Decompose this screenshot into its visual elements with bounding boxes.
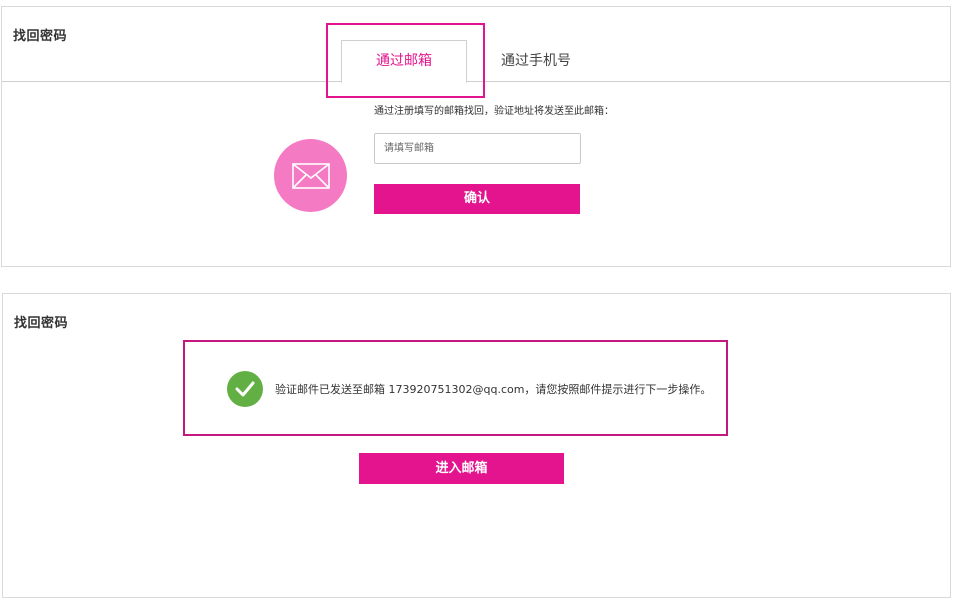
envelope-icon: [292, 163, 330, 189]
email-input[interactable]: [374, 133, 581, 164]
find-password-email-panel: 找回密码 通过邮箱 通过手机号 通过注册填写的邮箱找回，验证地址将发送至此邮箱：…: [1, 6, 951, 267]
checkmark-icon: [235, 381, 255, 397]
mail-icon-circle: [274, 139, 347, 212]
tab-highlight-box: [326, 23, 485, 98]
email-hint-text: 通过注册填写的邮箱找回，验证地址将发送至此邮箱：: [374, 106, 614, 117]
success-message: 验证邮件已发送至邮箱 173920751302@qq.com，请您按照邮件提示进…: [275, 383, 712, 396]
goto-mailbox-button[interactable]: 进入邮箱: [359, 453, 564, 484]
check-circle-icon: [227, 371, 263, 407]
panel-title: 找回密码: [13, 29, 68, 44]
confirm-button[interactable]: 确认: [374, 184, 580, 214]
tab-phone[interactable]: 通过手机号: [486, 40, 586, 82]
panel-title: 找回密码: [14, 316, 69, 331]
success-message-box: 验证邮件已发送至邮箱 173920751302@qq.com，请您按照邮件提示进…: [183, 340, 728, 436]
email-sent-panel: 找回密码 验证邮件已发送至邮箱 173920751302@qq.com，请您按照…: [2, 293, 951, 598]
